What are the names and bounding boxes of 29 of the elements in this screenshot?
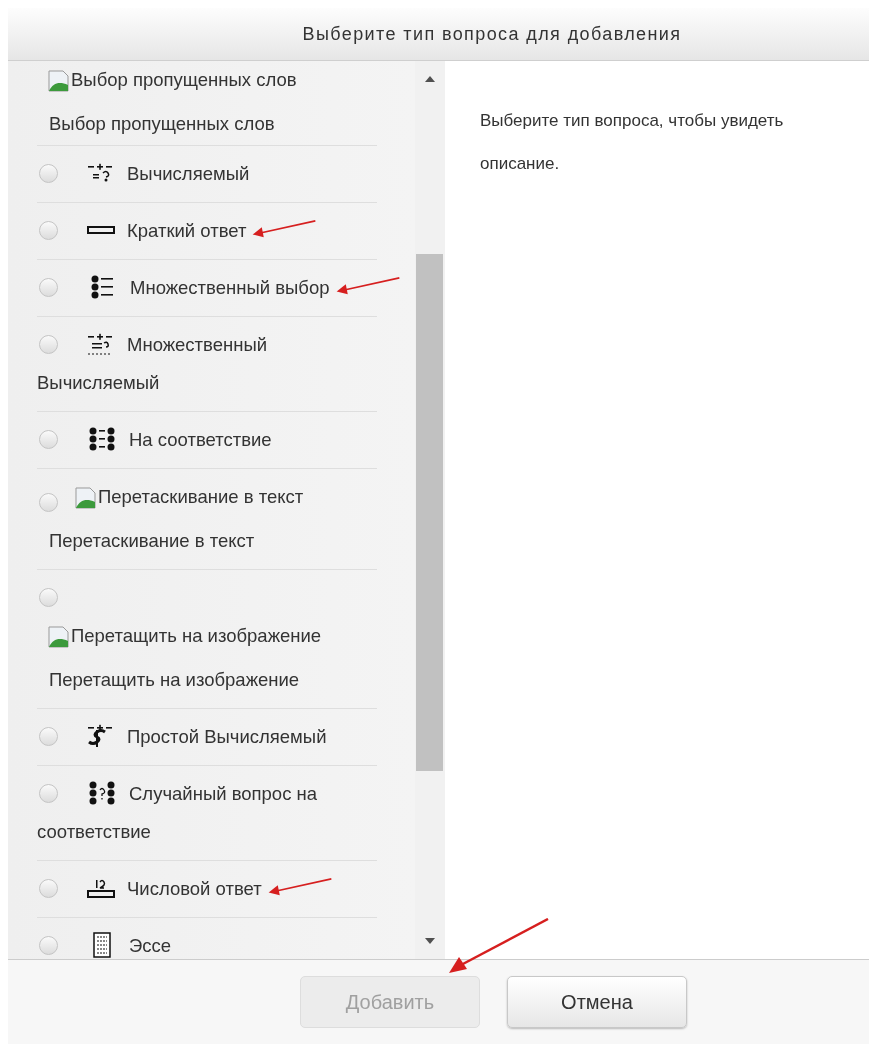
radio-button[interactable]: [39, 277, 58, 297]
bulleted-list-icon: [91, 275, 114, 300]
dollar-sign-icon: [87, 724, 113, 749]
radio-button[interactable]: [39, 220, 58, 240]
radio-button[interactable]: [39, 726, 58, 746]
scroll-down-icon[interactable]: [424, 937, 436, 945]
scroll-up-icon[interactable]: [424, 75, 436, 83]
scrollbar[interactable]: [415, 61, 445, 959]
number-field-icon: [87, 878, 115, 898]
radio-button[interactable]: [39, 492, 58, 512]
radio-button[interactable]: [39, 163, 58, 183]
radio-button[interactable]: [39, 783, 58, 803]
radio-button[interactable]: [39, 935, 58, 955]
dialog-button[interactable]: Отмена: [507, 976, 687, 1028]
text-field-icon: [87, 226, 115, 235]
random-matching-icon: [89, 781, 115, 806]
matching-icon: [89, 427, 115, 452]
radio-button[interactable]: [39, 587, 58, 607]
broken-image: Перетащить на изображение: [48, 617, 322, 655]
radio-button[interactable]: [39, 429, 58, 449]
radio-button[interactable]: [39, 878, 58, 898]
dialog-title: Выберите тип вопроса для добавления: [302, 23, 682, 45]
equation-icon: [87, 163, 113, 184]
scrollbar-thumb[interactable]: [416, 254, 443, 771]
description-text: Выберите тип вопроса, чтобы увидеть описание.: [480, 110, 785, 175]
broken-image: Выбор пропущенных слов: [48, 61, 297, 99]
radio-button[interactable]: [39, 334, 58, 354]
broken-image: Перетаскивание в текст: [75, 478, 304, 516]
equation-list-icon: [87, 332, 113, 356]
